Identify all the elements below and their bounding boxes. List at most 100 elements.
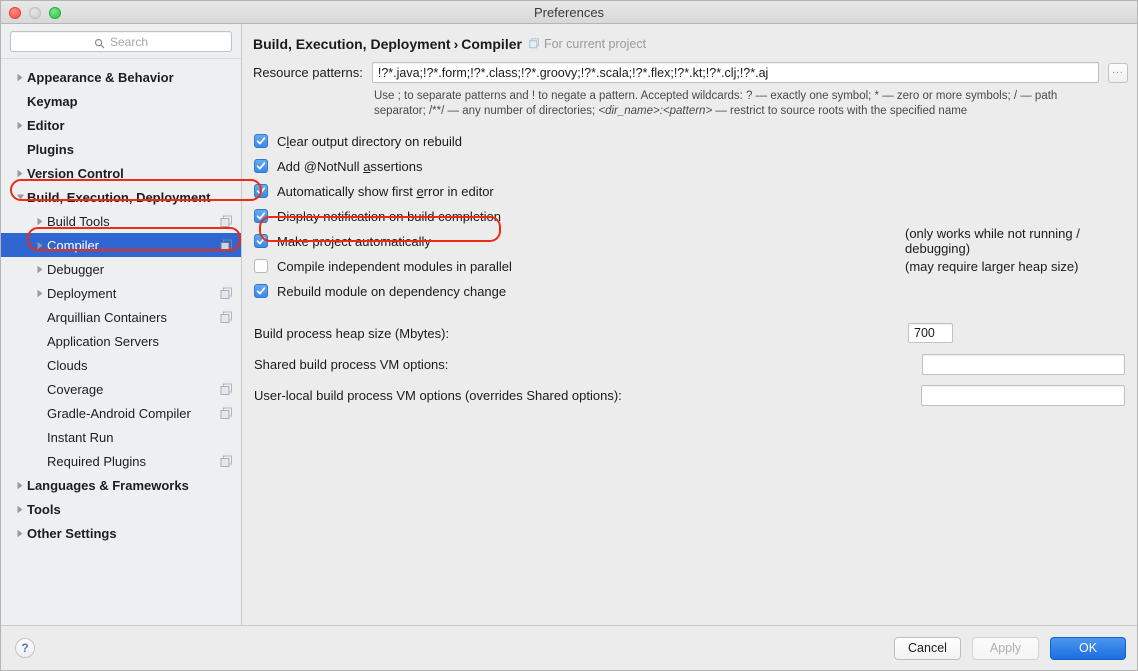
sidebar-item-gradle-android-compiler[interactable]: Gradle-Android Compiler bbox=[1, 401, 241, 425]
checkbox-label: Make project automatically bbox=[277, 234, 431, 249]
sidebar-item-application-servers[interactable]: Application Servers bbox=[1, 329, 241, 353]
resource-patterns-browse-button[interactable]: ... bbox=[1108, 62, 1128, 83]
checkbox-row-compile-independent-modules-in-parallel[interactable]: Compile independent modules in parallel (… bbox=[254, 254, 1137, 279]
chevron-down-icon[interactable] bbox=[13, 193, 27, 201]
resource-patterns-label: Resource patterns: bbox=[253, 65, 363, 80]
checkbox-compile-independent-modules-in-parallel[interactable] bbox=[254, 259, 268, 274]
sidebar-item-instant-run[interactable]: Instant Run bbox=[1, 425, 241, 449]
sidebar-item-label: Tools bbox=[27, 501, 61, 517]
search-icon bbox=[94, 36, 105, 49]
window-titlebar: Preferences bbox=[1, 1, 1137, 24]
project-scope-icon bbox=[220, 383, 233, 396]
checkbox-label-pre: Display notification on build completion bbox=[277, 208, 502, 224]
checkbox-clear-output-directory-on-rebuild[interactable] bbox=[254, 134, 268, 149]
apply-button[interactable]: Apply bbox=[972, 636, 1039, 660]
checkbox-add-notnull-assertions[interactable] bbox=[254, 159, 268, 174]
checkbox-display-notification-on-build-completion[interactable] bbox=[254, 209, 268, 224]
checkbox-make-project-automatically[interactable] bbox=[254, 234, 268, 249]
checkbox-label: Rebuild module on dependency change bbox=[277, 284, 506, 299]
sidebar-item-build-tools[interactable]: Build Tools bbox=[1, 209, 241, 233]
sidebar-item-build-execution-deployment[interactable]: Build, Execution, Deployment bbox=[1, 185, 241, 209]
window-controls bbox=[9, 7, 61, 19]
chevron-right-icon[interactable] bbox=[13, 121, 27, 130]
chevron-right-icon[interactable] bbox=[33, 289, 47, 298]
project-scope-icon bbox=[529, 38, 539, 49]
checkbox-row-rebuild-module-on-dependency-change[interactable]: Rebuild module on dependency change bbox=[254, 279, 1137, 304]
sidebar-item-arquillian-containers[interactable]: Arquillian Containers bbox=[1, 305, 241, 329]
search-placeholder: Search bbox=[109, 34, 149, 49]
checkbox-row-make-project-automatically[interactable]: Make project automatically (only works wh… bbox=[254, 226, 1137, 256]
project-scope-icon bbox=[220, 311, 233, 324]
breadcrumb-parent[interactable]: Build, Execution, Deployment bbox=[253, 36, 451, 52]
search-container: Search bbox=[1, 24, 241, 59]
input-shared-build-process-vm-options[interactable] bbox=[922, 353, 1125, 375]
sidebar-item-languages-frameworks[interactable]: Languages & Frameworks bbox=[1, 473, 241, 497]
sidebar-item-coverage[interactable]: Coverage bbox=[1, 377, 241, 401]
sidebar-item-required-plugins[interactable]: Required Plugins bbox=[1, 449, 241, 473]
checkbox-row-display-notification-on-build-completion[interactable]: Display notification on build completion bbox=[254, 204, 1137, 229]
input-build-process-heap-size-mbytes[interactable]: 700 bbox=[908, 323, 953, 344]
sidebar-item-clouds[interactable]: Clouds bbox=[1, 353, 241, 377]
checkbox-row-add-notnull-assertions[interactable]: Add @NotNull assertions bbox=[254, 154, 1137, 179]
field-row-shared-build-process-vm-options: Shared build process VM options: bbox=[254, 349, 1137, 380]
chevron-right-icon[interactable] bbox=[13, 529, 27, 538]
sidebar-item-label: Other Settings bbox=[27, 525, 117, 541]
chevron-right-icon[interactable] bbox=[13, 505, 27, 514]
cancel-button[interactable]: Cancel bbox=[894, 636, 961, 660]
project-scope-icon bbox=[220, 215, 233, 228]
sidebar-item-version-control[interactable]: Version Control bbox=[1, 161, 241, 185]
ok-button[interactable]: OK bbox=[1050, 636, 1126, 660]
compiler-build-process-fields: Build process heap size (Mbytes): 700 Shar… bbox=[242, 318, 1137, 411]
checkbox-label-post: rror in editor bbox=[423, 183, 494, 199]
search-input[interactable]: Search bbox=[10, 31, 232, 52]
preferences-window: Preferences Search Appearance & Behavior… bbox=[0, 0, 1138, 671]
checkbox-label: Display notification on build completion bbox=[277, 209, 501, 224]
checkbox-row-clear-output-directory-on-rebuild[interactable]: Clear output directory on rebuild bbox=[254, 129, 1137, 154]
zoom-button[interactable] bbox=[49, 7, 61, 19]
sidebar-item-label: Debugger bbox=[47, 261, 105, 277]
sidebar-item-label: Coverage bbox=[47, 381, 104, 397]
checkbox-row-automatically-show-first-error-in-editor[interactable]: Automatically show first error in editor bbox=[254, 179, 1137, 204]
checkbox-label-pre: Make project automatically bbox=[277, 233, 431, 249]
sidebar-item-other-settings[interactable]: Other Settings bbox=[1, 521, 241, 545]
checkbox-rebuild-module-on-dependency-change[interactable] bbox=[254, 284, 268, 299]
checkbox-label-pre: Automatically show first bbox=[277, 183, 417, 199]
chevron-right-icon[interactable] bbox=[33, 241, 47, 250]
chevron-right-icon[interactable] bbox=[13, 481, 27, 490]
checkbox-label-post: ear output directory on rebuild bbox=[289, 133, 462, 149]
sidebar-item-debugger[interactable]: Debugger bbox=[1, 257, 241, 281]
chevron-right-icon[interactable] bbox=[13, 73, 27, 82]
scope-note: For current project bbox=[529, 37, 646, 51]
sidebar-item-label: Build Tools bbox=[47, 213, 110, 229]
breadcrumb: Build, Execution, Deployment › Compiler Fo… bbox=[242, 24, 1137, 62]
help-button[interactable]: ? bbox=[15, 638, 35, 658]
project-scope-icon bbox=[220, 407, 233, 420]
sidebar-item-keymap[interactable]: Keymap bbox=[1, 89, 241, 113]
checkbox-automatically-show-first-error-in-editor[interactable] bbox=[254, 184, 268, 199]
resource-patterns-input[interactable]: !?*.java;!?*.form;!?*.class;!?*.groovy;!… bbox=[371, 62, 1099, 83]
chevron-right-icon[interactable] bbox=[13, 169, 27, 178]
sidebar-item-appearance-behavior[interactable]: Appearance & Behavior bbox=[1, 65, 241, 89]
minimize-button[interactable] bbox=[29, 7, 41, 19]
sidebar-item-plugins[interactable]: Plugins bbox=[1, 137, 241, 161]
resource-patterns-hint: Use ; to separate patterns and ! to nega… bbox=[374, 89, 1113, 120]
sidebar-item-compiler[interactable]: Compiler bbox=[1, 233, 241, 257]
field-row-user-local-build-process-vm-options-overrides-shared-options: User-local build process VM options (ove… bbox=[254, 380, 1137, 411]
sidebar-item-label: Appearance & Behavior bbox=[27, 69, 174, 85]
chevron-right-icon[interactable] bbox=[33, 217, 47, 226]
sidebar-item-deployment[interactable]: Deployment bbox=[1, 281, 241, 305]
sidebar-item-tools[interactable]: Tools bbox=[1, 497, 241, 521]
hint-line-2-b: — restrict to source roots with the spec… bbox=[712, 105, 968, 118]
sidebar-item-editor[interactable]: Editor bbox=[1, 113, 241, 137]
close-button[interactable] bbox=[9, 7, 21, 19]
project-scope-icon bbox=[220, 239, 233, 252]
input-user-local-build-process-vm-options-overrides-shared-options[interactable] bbox=[921, 384, 1125, 406]
sidebar-item-label: Instant Run bbox=[47, 429, 114, 445]
checkbox-aside-note: (may require larger heap size) bbox=[905, 258, 1079, 274]
checkbox-label: Compile independent modules in parallel bbox=[277, 259, 512, 274]
window-title: Preferences bbox=[533, 4, 605, 20]
checkbox-label: Add @NotNull assertions bbox=[277, 159, 422, 174]
checkbox-label-mnemonic: e bbox=[416, 183, 424, 199]
checkbox-label-pre: Rebuild module on dependency change bbox=[277, 283, 507, 299]
chevron-right-icon[interactable] bbox=[33, 265, 47, 274]
